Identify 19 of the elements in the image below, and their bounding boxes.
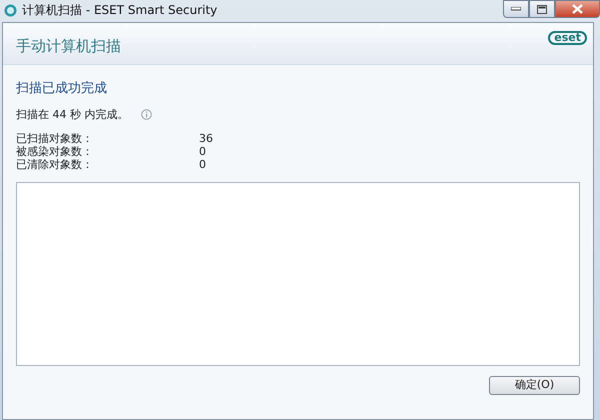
- ok-button[interactable]: 确定(O): [489, 376, 580, 395]
- stat-label: 被感染对象数：: [16, 145, 94, 158]
- stat-label: 已扫描对象数：: [16, 132, 94, 145]
- stat-value: 0: [199, 158, 207, 171]
- app-icon: [4, 4, 17, 16]
- summary-text: 扫描在 44 秒 内完成。: [16, 106, 128, 122]
- stat-value: 36: [199, 132, 214, 145]
- minimize-icon: [511, 7, 521, 11]
- maximize-button[interactable]: [529, 0, 555, 18]
- close-icon: [572, 4, 583, 14]
- close-button[interactable]: [555, 0, 600, 18]
- maximize-icon: [537, 4, 547, 14]
- result-heading: 扫描已成功完成: [16, 80, 108, 98]
- page-title: 手动计算机扫描: [16, 36, 121, 57]
- window-title: 计算机扫描 - ESET Smart Security: [22, 2, 218, 19]
- minimize-button[interactable]: [503, 0, 529, 18]
- stat-label: 已清除对象数：: [16, 158, 94, 171]
- stat-value: 0: [199, 145, 207, 158]
- logo: eset: [548, 31, 587, 45]
